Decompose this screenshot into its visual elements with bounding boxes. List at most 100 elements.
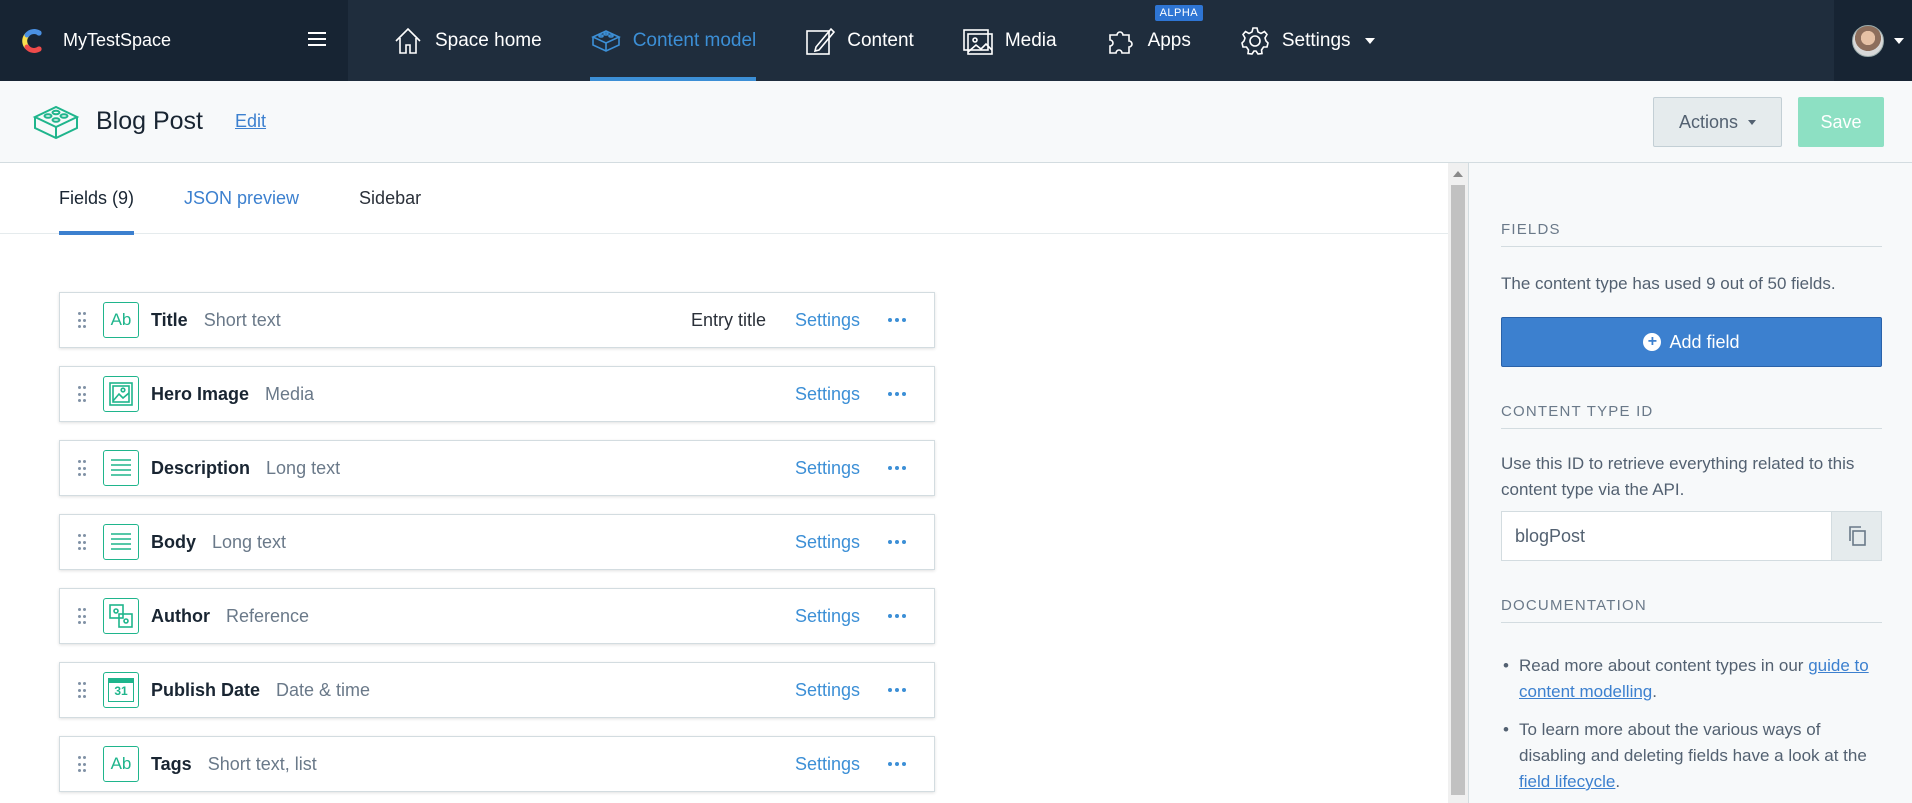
field-row[interactable]: 31 Publish Date Date & time Settings bbox=[59, 662, 935, 718]
field-type: Short text, list bbox=[207, 753, 317, 774]
copy-button[interactable] bbox=[1831, 512, 1881, 560]
scroll-up-icon[interactable] bbox=[1453, 171, 1463, 177]
content-pen-icon bbox=[806, 27, 836, 55]
field-settings-link[interactable]: Settings bbox=[795, 606, 860, 627]
field-list: Ab Title Short text Entry title Settings… bbox=[59, 292, 935, 803]
home-icon bbox=[395, 27, 421, 54]
text-ab-icon: Ab bbox=[103, 746, 139, 782]
more-options-icon[interactable] bbox=[888, 756, 906, 772]
drag-handle-icon[interactable] bbox=[78, 460, 86, 476]
field-name: Description bbox=[151, 457, 251, 478]
chevron-down-icon bbox=[1364, 37, 1375, 44]
doc-item: To learn more about the various ways of … bbox=[1501, 717, 1882, 795]
field-row[interactable]: Description Long text Settings bbox=[59, 440, 935, 496]
doc-text: . bbox=[1652, 682, 1657, 701]
field-row[interactable]: Ab Title Short text Entry title Settings bbox=[59, 292, 935, 348]
field-type: Reference bbox=[225, 605, 310, 626]
add-field-button[interactable]: + Add field bbox=[1501, 317, 1882, 367]
drag-handle-icon[interactable] bbox=[78, 608, 86, 624]
field-lifecycle-link[interactable]: field lifecycle bbox=[1519, 772, 1615, 791]
scroll-thumb[interactable] bbox=[1451, 185, 1465, 795]
content-type-sidebar: FIELDS The content type has used 9 out o… bbox=[1468, 163, 1912, 803]
main-nav: Space home Content model Content Media A… bbox=[348, 0, 1423, 81]
drag-handle-icon[interactable] bbox=[78, 386, 86, 402]
space-name: MyTestSpace bbox=[63, 30, 172, 50]
copy-icon bbox=[1848, 526, 1866, 546]
field-name: Title bbox=[151, 309, 188, 330]
field-settings-link[interactable]: Settings bbox=[795, 458, 860, 479]
tab-sidebar[interactable]: Sidebar bbox=[359, 163, 421, 234]
field-row[interactable]: Ab Tags Short text, list Settings bbox=[59, 736, 935, 792]
calendar-icon: 31 bbox=[103, 672, 139, 708]
nav-label: Content model bbox=[632, 29, 757, 51]
content-type-id-text: Use this ID to retrieve everything relat… bbox=[1501, 454, 1855, 499]
chevron-down-icon bbox=[1748, 119, 1757, 125]
actions-button[interactable]: Actions bbox=[1653, 97, 1782, 147]
content-model-icon bbox=[590, 29, 621, 52]
field-row[interactable]: Author Reference Settings bbox=[59, 588, 935, 644]
save-button[interactable]: Save bbox=[1798, 97, 1884, 147]
hamburger-menu-icon[interactable] bbox=[308, 28, 330, 50]
nav-content-model[interactable]: Content model bbox=[589, 0, 757, 81]
alpha-badge: ALPHA bbox=[1154, 5, 1204, 21]
top-navigation-bar: MyTestSpace Space home Content model Con… bbox=[0, 0, 1912, 81]
gear-icon bbox=[1240, 26, 1269, 55]
drag-handle-icon[interactable] bbox=[78, 312, 86, 328]
fields-heading: FIELDS bbox=[1501, 221, 1882, 247]
doc-text: . bbox=[1615, 772, 1621, 791]
fields-usage-text: The content type has used 9 out of 50 fi… bbox=[1501, 274, 1836, 293]
content-type-header: Blog Post Edit Actions Save bbox=[0, 81, 1912, 163]
nav-space-home[interactable]: Space home bbox=[392, 0, 542, 81]
space-switcher[interactable]: MyTestSpace bbox=[0, 0, 348, 81]
avatar bbox=[1852, 24, 1884, 57]
scrollbar[interactable] bbox=[1448, 163, 1468, 803]
more-options-icon[interactable] bbox=[888, 534, 906, 550]
tab-fields[interactable]: Fields (9) bbox=[59, 163, 135, 235]
drag-handle-icon[interactable] bbox=[78, 756, 86, 772]
content-model-icon bbox=[32, 105, 80, 139]
content-type-id-field[interactable]: blogPost bbox=[1501, 511, 1882, 561]
nav-label: Content bbox=[847, 29, 914, 51]
field-settings-link[interactable]: Settings bbox=[795, 532, 860, 553]
more-options-icon[interactable] bbox=[888, 460, 906, 476]
field-row[interactable]: Body Long text Settings bbox=[59, 514, 935, 570]
field-settings-link[interactable]: Settings bbox=[795, 680, 860, 701]
nav-apps[interactable]: Apps ALPHA bbox=[1105, 0, 1204, 81]
edit-link[interactable]: Edit bbox=[235, 111, 266, 132]
reference-icon bbox=[103, 598, 139, 634]
add-field-label: Add field bbox=[1669, 331, 1740, 352]
field-settings-link[interactable]: Settings bbox=[795, 384, 860, 405]
page-title: Blog Post bbox=[96, 107, 204, 135]
field-settings-link[interactable]: Settings bbox=[795, 754, 860, 775]
nav-label: Settings bbox=[1281, 29, 1351, 51]
user-menu[interactable] bbox=[1834, 0, 1912, 81]
field-settings-link[interactable]: Settings bbox=[795, 310, 860, 331]
plus-circle-icon: + bbox=[1643, 333, 1662, 351]
more-options-icon[interactable] bbox=[888, 312, 906, 328]
nav-media[interactable]: Media bbox=[962, 0, 1057, 81]
tab-json-preview[interactable]: JSON preview bbox=[184, 163, 299, 234]
field-row[interactable]: Hero Image Media Settings bbox=[59, 366, 935, 422]
nav-label: Apps bbox=[1147, 29, 1191, 51]
field-type: Long text bbox=[212, 531, 287, 552]
field-type: Media bbox=[265, 383, 315, 404]
drag-handle-icon[interactable] bbox=[78, 682, 86, 698]
field-name: Tags bbox=[151, 753, 192, 774]
chevron-down-icon bbox=[1894, 37, 1904, 44]
field-name: Publish Date bbox=[151, 679, 261, 700]
media-icon bbox=[963, 28, 993, 55]
long-text-icon bbox=[103, 524, 139, 560]
nav-content[interactable]: Content bbox=[804, 0, 914, 81]
nav-settings[interactable]: Settings bbox=[1239, 0, 1375, 81]
documentation-heading: DOCUMENTATION bbox=[1501, 597, 1882, 623]
puzzle-icon bbox=[1108, 30, 1133, 54]
contentful-logo-icon bbox=[22, 28, 42, 53]
content-type-tabs: Fields (9) JSON preview Sidebar bbox=[0, 163, 1448, 235]
drag-handle-icon[interactable] bbox=[78, 534, 86, 550]
field-name: Body bbox=[151, 531, 196, 552]
doc-text: Read more about content types in our bbox=[1519, 656, 1809, 675]
more-options-icon[interactable] bbox=[888, 608, 906, 624]
field-type: Long text bbox=[266, 457, 341, 478]
more-options-icon[interactable] bbox=[888, 386, 906, 402]
more-options-icon[interactable] bbox=[888, 682, 906, 698]
